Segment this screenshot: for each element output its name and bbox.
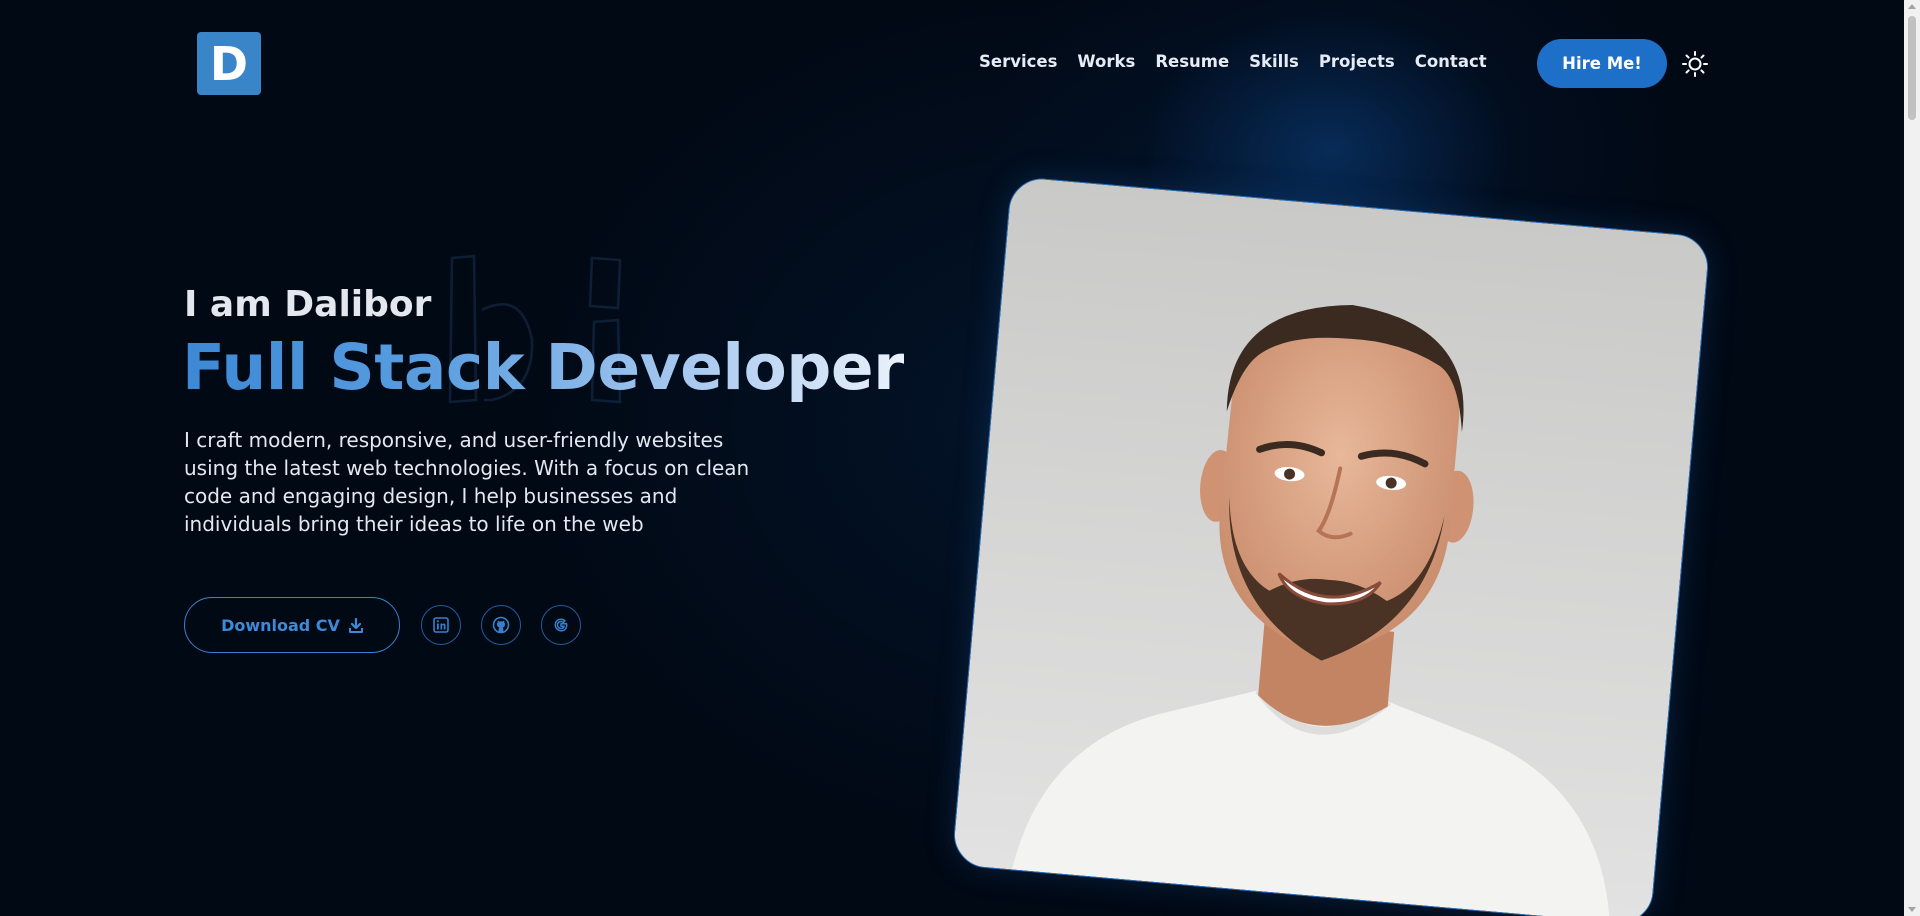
nav-item-projects[interactable]: Projects [1319,52,1395,71]
portrait-illustration [952,176,1710,916]
hero-description: I craft modern, responsive, and user-fri… [184,428,750,536]
sun-icon [1682,51,1708,77]
theme-toggle-button[interactable] [1681,50,1709,78]
hire-me-label: Hire Me! [1562,54,1642,73]
nav-item-works[interactable]: Works [1077,52,1135,71]
linkedin-icon [433,617,449,633]
logo[interactable]: D [197,32,261,95]
page: D Services Works Resume Skills Projects … [0,0,1920,916]
hire-me-button[interactable]: Hire Me! [1537,39,1667,88]
hero-greeting: I am Dalibor [184,284,432,325]
profile-photo [951,175,1711,916]
scroll-down-arrow-icon[interactable] [1908,907,1916,912]
github-button[interactable] [481,605,521,645]
google-button[interactable] [541,605,581,645]
nav-item-contact[interactable]: Contact [1415,52,1487,71]
logo-letter: D [209,36,249,91]
nav-item-resume[interactable]: Resume [1155,52,1229,71]
hero-title: Full Stack Developer [182,331,904,404]
nav-item-services[interactable]: Services [979,52,1057,71]
scrollbar-thumb[interactable] [1908,16,1916,120]
linkedin-button[interactable] [421,605,461,645]
vertical-scrollbar[interactable] [1904,0,1920,916]
nav-item-skills[interactable]: Skills [1249,52,1299,71]
github-icon [492,616,510,634]
download-cv-button[interactable]: Download CV [184,597,400,653]
scroll-up-arrow-icon[interactable] [1908,4,1916,9]
main-nav: Services Works Resume Skills Projects Co… [979,52,1507,71]
google-icon [554,618,568,632]
download-icon [348,617,363,633]
download-cv-label: Download CV [221,615,340,635]
